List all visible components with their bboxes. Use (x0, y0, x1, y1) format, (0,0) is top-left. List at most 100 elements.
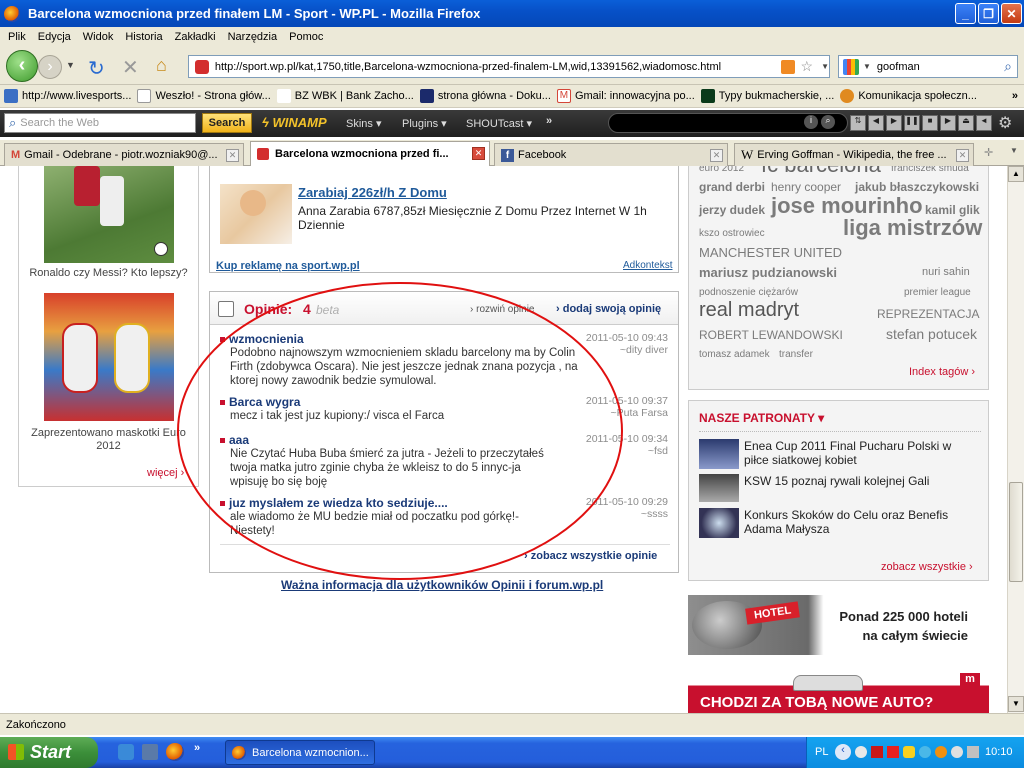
tag-link[interactable]: ROBERT LEWANDOWSKI (699, 328, 843, 342)
tab-facebook[interactable]: f Facebook ✕ (494, 143, 728, 166)
winamp-search-field[interactable]: ⌕ Search the Web (4, 113, 196, 133)
next-icon[interactable]: ▶ (940, 115, 956, 131)
tag-link[interactable]: MANCHESTER UNITED (699, 245, 842, 260)
taskbar-firefox-window[interactable]: Barcelona wzmocnion... (225, 740, 375, 765)
rss-icon[interactable] (780, 59, 795, 74)
patronat-thumb[interactable] (699, 508, 739, 538)
menu-pomoc[interactable]: Pomoc (289, 31, 323, 43)
ronaldo-messi-photo[interactable] (44, 166, 174, 263)
stop-icon[interactable]: ✕ (122, 55, 139, 80)
menu-plik[interactable]: Plik (8, 31, 26, 43)
winamp-brand[interactable]: ϟ WINAMP (262, 115, 327, 130)
ie-icon[interactable] (118, 744, 134, 760)
bookmark-item[interactable]: Typy bukmacherskie, ... (700, 89, 834, 103)
patronat-thumb[interactable] (699, 439, 739, 469)
tag-link[interactable]: euro 2012 (699, 166, 744, 174)
firefox-icon[interactable] (166, 743, 184, 761)
url-bar[interactable]: http://sport.wp.pl/kat,1750,title,Barcel… (188, 55, 830, 78)
tab-barcelona[interactable]: Barcelona wzmocniona przed fi... ✕ (250, 141, 490, 166)
home-icon[interactable]: ⌂ (156, 55, 167, 76)
gear-icon[interactable]: ⚙ (998, 113, 1012, 133)
tray-icon[interactable] (887, 746, 899, 758)
tag-link[interactable]: jerzy dudek (699, 203, 765, 217)
shuffle-icon[interactable]: ⇅ (850, 115, 866, 131)
tab-list-dropdown-icon[interactable]: ▼ (1010, 146, 1018, 155)
show-desktop-icon[interactable] (142, 744, 158, 760)
adkontekst-link[interactable]: Adkontekst (623, 260, 672, 271)
bookmark-item[interactable]: Komunikacja społeczn... (840, 89, 977, 103)
ad-title-link[interactable]: Zarabiaj 226zł/h Z Domu (298, 185, 447, 200)
back-button[interactable]: ‹ (6, 50, 38, 82)
tab-gmail[interactable]: M Gmail - Odebrane - piotr.wozniak90@...… (4, 143, 244, 166)
euro-mascots-photo[interactable] (44, 293, 174, 421)
tray-icon[interactable] (919, 746, 931, 758)
tray-icon[interactable] (855, 746, 867, 758)
google-icon[interactable] (843, 58, 859, 75)
start-button[interactable]: Start (0, 737, 98, 768)
bookmark-item[interactable]: Weszło! - Strona głów... (137, 89, 271, 103)
tray-collapse-icon[interactable]: ‹ (835, 744, 851, 760)
forward-button[interactable]: › (38, 55, 62, 79)
shield-icon[interactable] (903, 746, 915, 758)
bookmark-star-icon[interactable]: ☆ (801, 58, 814, 75)
play-icon[interactable]: ▶ (886, 115, 902, 131)
close-button[interactable]: ✕ (1001, 3, 1022, 24)
menu-narzedzia[interactable]: Narzędzia (228, 31, 278, 43)
previous-icon[interactable]: ◀ (868, 115, 884, 131)
patronat-link[interactable]: KSW 15 poznaj rywali kolejnej Gali (744, 474, 979, 488)
tag-link[interactable]: REPREZENTACJA (877, 307, 979, 321)
tab-close-icon[interactable]: ✕ (472, 147, 485, 160)
winamp-shoutcast-menu[interactable]: SHOUTcast ▾ (466, 117, 532, 130)
winamp-overflow-icon[interactable]: » (546, 115, 552, 127)
patronaty-see-all-link[interactable]: zobacz wszystkie › (881, 561, 973, 573)
search-icon[interactable]: ⌕ (821, 115, 835, 129)
menu-widok[interactable]: Widok (83, 31, 114, 43)
tag-link[interactable]: premier league (904, 287, 971, 298)
history-dropdown-icon[interactable]: ▼ (66, 60, 75, 70)
tag-link[interactable]: real madryt (699, 299, 799, 322)
auto-banner[interactable]: m CHODZI ZA TOBĄ NOWE AUTO? (688, 667, 989, 713)
eject-icon[interactable]: ⏏ (958, 115, 974, 131)
info-icon[interactable]: i (804, 115, 818, 129)
tag-link[interactable]: nuri sahin (922, 266, 970, 278)
reload-icon[interactable]: ↻ (88, 56, 105, 81)
tag-link[interactable]: grand derbi (699, 180, 765, 194)
scroll-thumb[interactable] (1009, 482, 1023, 582)
tag-link[interactable]: franciszek smuda (891, 166, 969, 174)
menu-historia[interactable]: Historia (125, 31, 162, 43)
scroll-down-icon[interactable]: ▼ (1008, 696, 1024, 712)
tab-close-icon[interactable]: ✕ (956, 149, 969, 162)
volume-icon[interactable] (967, 746, 979, 758)
tag-link[interactable]: transfer (779, 349, 813, 360)
tag-link[interactable]: podnoszenie ciężarów (699, 287, 798, 298)
quicklaunch-overflow-icon[interactable]: » (194, 742, 200, 754)
winamp-search-button[interactable]: Search (202, 113, 252, 133)
stop-icon[interactable]: ■ (922, 115, 938, 131)
tab-wikipedia[interactable]: W Erving Goffman - Wikipedia, the free .… (734, 143, 974, 166)
winamp-plugins-menu[interactable]: Plugins ▾ (402, 117, 447, 130)
scroll-up-icon[interactable]: ▲ (1008, 166, 1024, 182)
tag-link[interactable]: liga mistrzów (843, 215, 982, 241)
bookmark-item[interactable]: http://www.livesports... (4, 89, 131, 103)
tag-link[interactable]: jakub błaszczykowski (855, 180, 979, 194)
minimize-button[interactable]: _ (955, 3, 976, 24)
tag-link[interactable]: mariusz pudzianowski (699, 265, 837, 280)
patronat-link[interactable]: Enea Cup 2011 Final Pucharu Polski w pił… (744, 439, 979, 467)
tab-close-icon[interactable]: ✕ (710, 149, 723, 162)
bookmark-item[interactable]: strona główna - Doku... (419, 89, 551, 103)
tab-scroll-icon[interactable]: ✛ (984, 146, 993, 159)
bookmark-item[interactable]: M Gmail: innowacyjna po... (556, 89, 695, 103)
bookmarks-overflow-icon[interactable]: » (1012, 90, 1018, 102)
search-bar[interactable]: ▼ goofman ⌕ (838, 55, 1018, 78)
language-indicator[interactable]: PL (815, 746, 828, 758)
pause-icon[interactable]: ❚❚ (904, 115, 920, 131)
url-dropdown-icon[interactable]: ▼ (821, 62, 829, 71)
patronat-link[interactable]: Konkurs Skoków do Celu oraz Benefis Adam… (744, 508, 979, 536)
tag-link[interactable]: stefan potucek (886, 326, 977, 342)
bookmark-item[interactable]: BZ WBK | Bank Zacho... (276, 89, 414, 103)
hotel-banner[interactable]: HOTEL Ponad 225 000 hoteli na całym świe… (688, 595, 989, 655)
window-titlebar[interactable]: Barcelona wzmocniona przed finałem LM - … (0, 0, 1024, 27)
tag-link[interactable]: kszo ostrowiec (699, 228, 765, 239)
tag-link[interactable]: tomasz adamek (699, 349, 770, 360)
tag-index-link[interactable]: Index tagów › (909, 366, 975, 378)
